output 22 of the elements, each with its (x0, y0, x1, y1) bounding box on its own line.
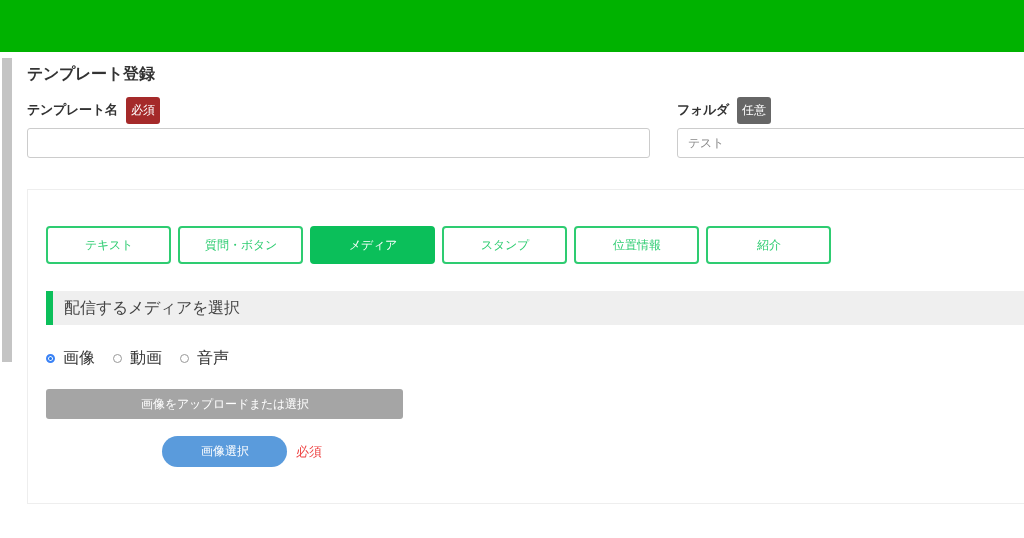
input-field[interactable] (27, 128, 650, 158)
page-title: テンプレート登録 (27, 64, 156, 85)
tab[interactable]: メディア (310, 226, 435, 264)
tab[interactable]: スタンプ (442, 226, 567, 264)
upload-bar: 画像をアップロードまたは選択 (46, 389, 403, 419)
optional-badge: 任意 (737, 96, 771, 124)
tab[interactable]: 質問・ボタン (178, 226, 303, 264)
required-note: 必須 (296, 442, 322, 461)
radio-label[interactable]: 動画 (130, 347, 162, 369)
section-heading: 配信するメディアを選択 (46, 291, 1024, 325)
required-badge: 必須 (126, 96, 160, 124)
radio-button[interactable] (46, 353, 55, 363)
tab[interactable]: 位置情報 (574, 226, 699, 264)
tab[interactable]: テキスト (46, 226, 171, 264)
input-field[interactable]: テスト (677, 128, 1024, 158)
radio-label[interactable]: 画像 (63, 347, 95, 369)
tab[interactable]: 紹介 (706, 226, 831, 264)
field-label: テンプレート名 (27, 101, 118, 119)
radio-label[interactable]: 音声 (197, 347, 229, 369)
image-select-button[interactable]: 画像選択 (162, 436, 287, 467)
scrollbar[interactable] (2, 58, 12, 362)
field-label: フォルダ (677, 101, 729, 119)
